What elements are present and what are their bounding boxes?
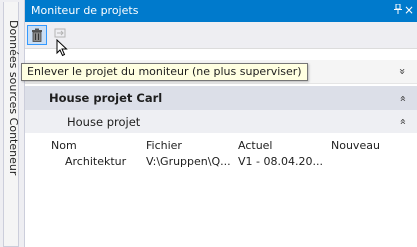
column-header-actuel: Actuel — [238, 139, 273, 152]
chevron-up-icon[interactable]: » — [396, 118, 409, 125]
column-header-nom: Nom — [51, 139, 77, 152]
project-group-header[interactable]: House projet Carl » — [25, 86, 417, 110]
project-name: House projet Carl — [49, 91, 163, 105]
side-tab-label: Données sources Conteneur — [7, 20, 20, 176]
trash-icon — [32, 28, 42, 42]
panel-toolbar — [25, 22, 417, 49]
subproject-header[interactable]: House projet » — [25, 110, 417, 133]
subproject-name: House projet — [67, 115, 141, 129]
cell-fichier: V:\Gruppen\Q... — [146, 155, 231, 168]
pin-icon[interactable] — [394, 3, 402, 17]
close-icon[interactable]: × — [404, 3, 414, 17]
tooltip: Enlever le projet du moniteur (ne plus s… — [21, 63, 308, 81]
column-header-nouveau: Nouveau — [331, 139, 380, 152]
remove-project-button[interactable] — [27, 25, 47, 45]
mouse-cursor-icon — [56, 39, 68, 57]
column-header-fichier: Fichier — [146, 139, 182, 152]
project-monitor-panel: Moniteur de projets × » House projet Car… — [24, 0, 417, 247]
chevron-up-icon[interactable]: » — [396, 95, 409, 102]
side-tab-data-sources[interactable]: Données sources Conteneur — [3, 2, 20, 247]
side-tab-strip: Données sources Conteneur — [0, 0, 25, 247]
panel-titlebar: Moniteur de projets × — [25, 0, 417, 22]
chevron-down-icon[interactable]: » — [396, 68, 409, 75]
table-row[interactable]: Architektur V:\Gruppen\Q... V1 - 08.04.2… — [25, 155, 417, 171]
cell-nom: Architektur — [65, 155, 127, 168]
cell-actuel: V1 - 08.04.20... — [238, 155, 323, 168]
panel-title: Moniteur de projets — [31, 4, 139, 17]
table-header: Nom Fichier Actuel Nouveau — [25, 139, 417, 155]
